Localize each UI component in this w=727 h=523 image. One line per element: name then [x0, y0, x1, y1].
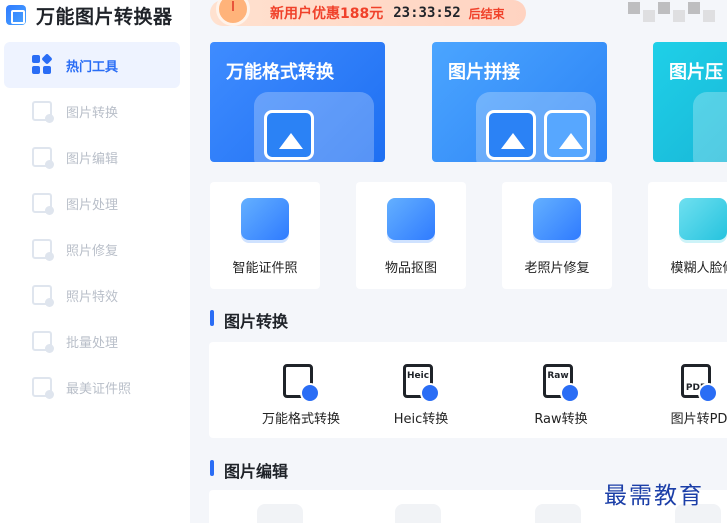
sidebar-item-image-convert[interactable]: 图片转换: [0, 88, 190, 134]
tool-label: 老照片修复: [524, 261, 590, 276]
convert-panel: 万能格式转换 Heic Heic转换 Raw Raw转换 PDF 图片转PD: [209, 342, 727, 438]
pdf-file-icon: PDF: [681, 364, 718, 403]
app-title: 万能图片转换器: [36, 5, 173, 28]
convert-tool-heic[interactable]: Heic Heic转换: [351, 342, 491, 440]
sidebar-item-image-edit[interactable]: 图片编辑: [0, 134, 190, 180]
crop-icon[interactable]: [395, 504, 441, 523]
feature-card-image-stitch[interactable]: 图片拼接: [432, 42, 607, 162]
promo-text: 新用户优惠188元: [270, 6, 384, 22]
convert-tool-pdf[interactable]: PDF 图片转PD: [629, 342, 727, 440]
image-icon: [32, 101, 54, 123]
tool-label: 物品抠图: [384, 261, 437, 276]
id-card-icon: [241, 198, 289, 240]
sidebar-item-id-photo[interactable]: 最美证件照: [0, 364, 190, 410]
sidebar-item-label: 照片修复: [66, 243, 119, 259]
avatar[interactable]: [628, 2, 718, 24]
promo-suffix: 后结束: [468, 6, 505, 21]
alarm-clock-icon: [216, 0, 250, 26]
section-title-edit: 图片编辑: [210, 458, 288, 482]
stitch-illustration-icon: [476, 92, 596, 162]
image-edit-icon: [32, 147, 54, 169]
tool-label: 模糊人脸修: [670, 261, 727, 276]
bag-icon: [387, 198, 435, 240]
feature-title: 图片拼接: [448, 62, 520, 83]
tool-card-old-photo[interactable]: 老照片修复: [502, 182, 612, 289]
format-convert-icon: [283, 364, 320, 403]
convert-tool-label: 万能格式转换: [261, 412, 340, 427]
convert-tool-label: 图片转PD: [670, 412, 727, 427]
feature-card-format-convert[interactable]: 万能格式转换: [210, 42, 385, 162]
compress-illustration-icon: [693, 92, 727, 162]
promo-countdown: 23:33:52: [393, 5, 461, 21]
feature-card-image-compress[interactable]: 图片压: [653, 42, 727, 162]
sidebar-item-label: 图片编辑: [66, 151, 119, 167]
sidebar-item-photo-repair[interactable]: 照片修复: [0, 226, 190, 272]
sidebar-item-hot-tools[interactable]: 热门工具: [4, 42, 180, 88]
sidebar-nav: 热门工具 图片转换 图片编辑 图片处理 照片修复 照片特效 批量处理 最美证件照: [0, 42, 190, 410]
convert-tool-raw[interactable]: Raw Raw转换: [491, 342, 631, 440]
tool-card-blur-face[interactable]: 模糊人脸修: [648, 182, 727, 289]
sidebar-item-label: 图片转换: [66, 105, 119, 121]
edit-tool-icon[interactable]: [257, 504, 303, 523]
convert-tool-label: Heic转换: [393, 412, 449, 427]
batch-icon: [32, 331, 54, 353]
sidebar: 万能图片转换器 热门工具 图片转换 图片编辑 图片处理 照片修复 照片特效 批量…: [0, 0, 190, 523]
tool-card-id-photo[interactable]: 智能证件照: [210, 182, 320, 289]
section-title-convert: 图片转换: [210, 308, 288, 332]
repair-wrench-icon: [533, 198, 581, 240]
watermark-text: 最需教育: [604, 483, 704, 509]
photo-effects-icon: [32, 285, 54, 307]
resize-icon[interactable]: [535, 504, 581, 523]
app-logo-icon: [6, 5, 26, 25]
convert-illustration-icon: [254, 92, 374, 162]
sidebar-item-label: 批量处理: [66, 335, 119, 351]
grid-icon: [32, 53, 53, 75]
sidebar-item-batch[interactable]: 批量处理: [0, 318, 190, 364]
face-repair-icon: [679, 198, 727, 240]
id-photo-icon: [32, 377, 54, 399]
sidebar-item-label: 热门工具: [66, 59, 119, 75]
convert-tool-label: Raw转换: [534, 412, 588, 427]
sidebar-item-label: 最美证件照: [66, 381, 132, 397]
image-process-icon: [32, 193, 54, 215]
feature-title: 万能格式转换: [226, 62, 334, 83]
convert-tool-format[interactable]: 万能格式转换: [231, 342, 371, 440]
sidebar-item-photo-effects[interactable]: 照片特效: [0, 272, 190, 318]
sidebar-item-label: 照片特效: [66, 289, 119, 305]
feature-title: 图片压: [669, 62, 723, 83]
raw-file-icon: Raw: [543, 364, 580, 403]
heic-file-icon: Heic: [403, 364, 440, 403]
photo-repair-icon: [32, 239, 54, 261]
promo-banner[interactable]: 新用户优惠188元 23:33:52 后结束: [210, 0, 526, 26]
app-brand: 万能图片转换器: [6, 4, 173, 28]
tool-card-cutout[interactable]: 物品抠图: [356, 182, 466, 289]
sidebar-item-label: 图片处理: [66, 197, 119, 213]
sidebar-item-image-process[interactable]: 图片处理: [0, 180, 190, 226]
tool-label: 智能证件照: [232, 261, 298, 276]
